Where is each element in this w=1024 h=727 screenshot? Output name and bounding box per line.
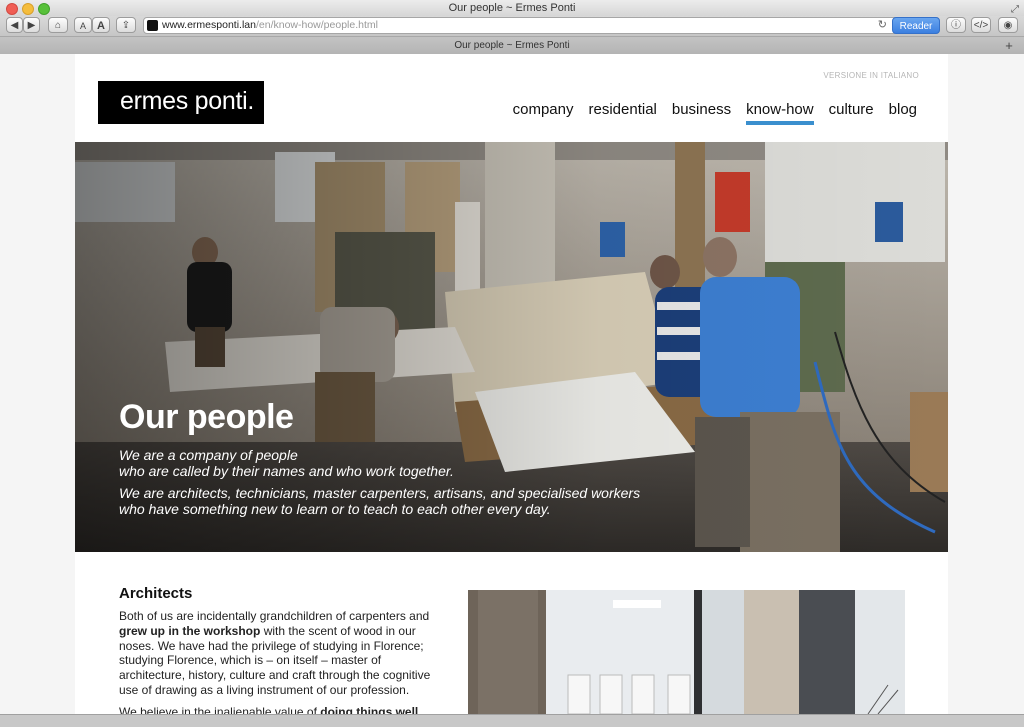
zoom-window-button[interactable] xyxy=(38,3,50,15)
tab-bar: Our people ~ Ermes Ponti + xyxy=(0,36,1024,54)
italian-version-link[interactable]: VERSIONE IN ITALIANO xyxy=(823,71,919,80)
text-bigger-label: A xyxy=(97,20,105,32)
text-smaller-button[interactable]: A xyxy=(74,17,92,33)
hero-text-line: We are architects, technicians, master c… xyxy=(119,485,641,501)
url-text: www.ermesponti.lan/en/know-how/people.ht… xyxy=(162,18,378,33)
para1-bold-text: grew up in the workshop xyxy=(119,623,261,638)
forward-arrow-icon: ▶ xyxy=(27,20,36,31)
home-button[interactable]: ⌂ xyxy=(48,17,68,33)
code-icon: </> xyxy=(973,20,989,31)
page-viewport: VERSIONE IN ITALIANO ermes ponti. compan… xyxy=(0,54,1024,714)
main-nav: company residential business know-how cu… xyxy=(513,101,917,125)
share-button[interactable]: ⇪ xyxy=(116,17,136,33)
hero-text-line: who are called by their names and who wo… xyxy=(119,463,454,479)
para2-text-start: We believe in the inalienable value of xyxy=(119,705,317,714)
minimize-window-button[interactable] xyxy=(22,3,34,15)
window-bottom-bar xyxy=(0,714,1024,727)
hero-title: Our people xyxy=(119,398,294,436)
share-icon: ⇪ xyxy=(121,20,131,31)
hero-text-line: We are a company of people xyxy=(119,447,298,463)
site-favicon-icon xyxy=(147,20,158,31)
nav-business[interactable]: business xyxy=(672,101,731,125)
home-icon: ⌂ xyxy=(54,20,62,31)
nav-company[interactable]: company xyxy=(513,101,574,125)
close-window-button[interactable] xyxy=(6,3,18,15)
developer-button[interactable]: </> xyxy=(971,17,991,33)
browser-toolbar: ◀ ▶ ⌂ A A ⇪ www.ermesponti.lan/en/know-h… xyxy=(0,16,1024,36)
nav-blog[interactable]: blog xyxy=(889,101,917,125)
downloads-button[interactable]: ⓘ xyxy=(946,17,966,33)
hero-text-line: who have something new to learn or to te… xyxy=(119,501,551,517)
tab-active[interactable]: Our people ~ Ermes Ponti xyxy=(454,40,569,51)
hero-workshop-photo: Our people We are a company of people wh… xyxy=(75,142,948,552)
text-bigger-button[interactable]: A xyxy=(92,17,110,33)
architects-paragraph-1: Both of us are incidentally grandchildre… xyxy=(119,609,439,698)
reload-icon[interactable]: ↻ xyxy=(878,18,887,33)
new-tab-icon[interactable]: + xyxy=(1000,37,1018,54)
page-container: VERSIONE IN ITALIANO ermes ponti. compan… xyxy=(75,54,948,714)
site-logo[interactable]: ermes ponti. xyxy=(98,81,264,124)
screenshot-button[interactable]: ◉ xyxy=(998,17,1018,33)
info-icon: ⓘ xyxy=(951,20,961,31)
office-illustration xyxy=(468,590,905,714)
reader-button[interactable]: Reader xyxy=(892,17,940,34)
address-bar[interactable]: www.ermesponti.lan/en/know-how/people.ht… xyxy=(143,17,940,34)
office-photo xyxy=(468,590,905,714)
nav-know-how[interactable]: know-how xyxy=(746,101,814,125)
back-button[interactable]: ◀ xyxy=(6,17,23,33)
text-smaller-label: A xyxy=(79,21,86,31)
para2-bold-text: doing things well xyxy=(320,705,419,714)
nav-residential[interactable]: residential xyxy=(589,101,657,125)
para1-text-start: Both of us are incidentally grandchildre… xyxy=(119,609,430,623)
forward-button[interactable]: ▶ xyxy=(23,17,40,33)
back-arrow-icon: ◀ xyxy=(10,20,19,31)
camera-icon: ◉ xyxy=(1003,20,1013,31)
window-title: Our people ~ Ermes Ponti xyxy=(448,2,576,14)
url-path: /en/know-how/people.html xyxy=(255,19,378,31)
section-title: Architects xyxy=(119,585,193,602)
nav-culture[interactable]: culture xyxy=(829,101,874,125)
window-titlebar: Our people ~ Ermes Ponti ⤢ xyxy=(0,0,1024,16)
architects-paragraph-2: We believe in the inalienable value of d… xyxy=(119,705,439,714)
url-host: www.ermesponti.lan xyxy=(162,19,256,31)
